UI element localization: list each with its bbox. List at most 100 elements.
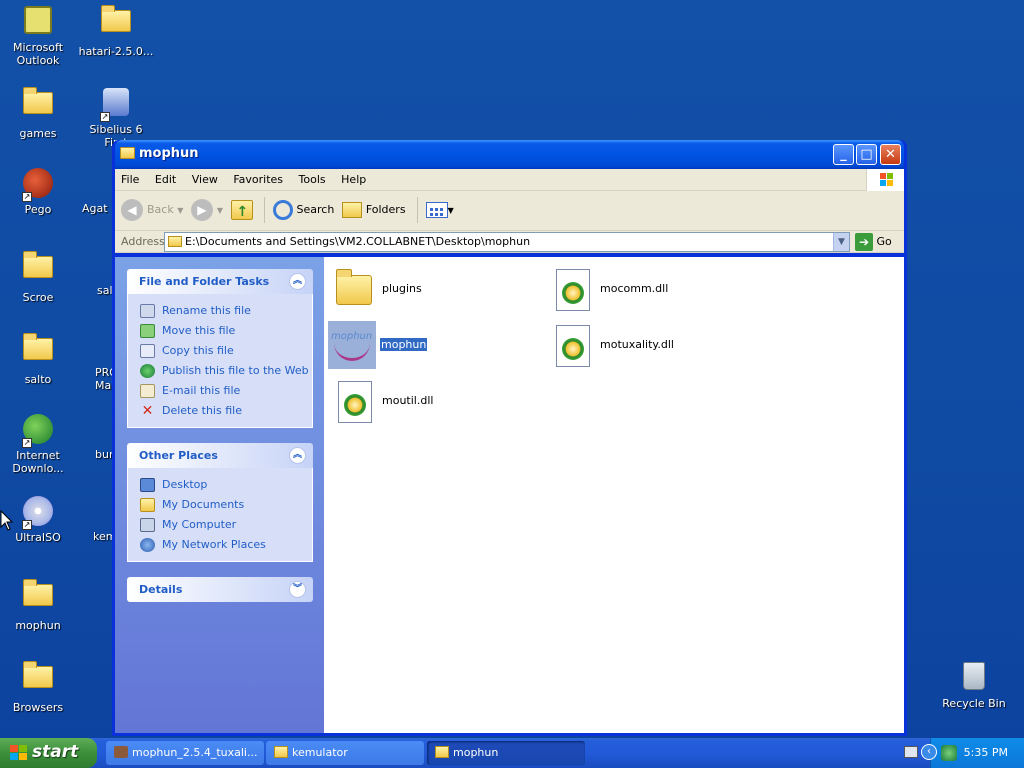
- panel-header[interactable]: File and Folder Tasks ︽: [127, 269, 313, 294]
- desktop-icon-agat-label[interactable]: Agat I: [82, 202, 114, 215]
- collapse-chevron-icon[interactable]: ︽: [289, 273, 306, 290]
- dll-file-icon: [330, 377, 378, 425]
- taskbar-item-mophun-tuxality[interactable]: mophun_2.5.4_tuxali...: [106, 741, 264, 765]
- file-name: plugins: [382, 282, 422, 295]
- task-label: Rename this file: [162, 304, 251, 317]
- desktop-icon-recycle-bin[interactable]: Recycle Bin: [936, 660, 1012, 710]
- task-copy[interactable]: Copy this file: [138, 341, 312, 361]
- network-tray-icon[interactable]: [941, 745, 957, 761]
- views-button[interactable]: ▼: [425, 197, 454, 223]
- title-bar[interactable]: mophun _ □ ✕: [115, 140, 904, 169]
- task-label: kemulator: [292, 746, 348, 759]
- task-label: Copy this file: [162, 344, 234, 357]
- minimize-button[interactable]: _: [833, 144, 854, 165]
- file-item-moutil[interactable]: moutil.dll: [330, 377, 510, 427]
- menu-edit[interactable]: Edit: [149, 169, 182, 191]
- menu-bar: File Edit View Favorites Tools Help: [115, 169, 904, 191]
- task-label: mophun_2.5.4_tuxali...: [132, 746, 258, 759]
- taskbar-item-mophun[interactable]: mophun: [427, 741, 585, 765]
- place-desktop[interactable]: Desktop: [138, 475, 312, 495]
- desktop-icon-hatari[interactable]: hatari-2.5.0...: [78, 4, 154, 58]
- taskbar-item-kemulator[interactable]: kemulator: [266, 741, 424, 765]
- other-places-panel: Other Places ︽ Desktop My Documents My C…: [127, 443, 313, 562]
- file-item-mocomm[interactable]: mocomm.dll: [548, 265, 728, 315]
- task-rename[interactable]: Rename this file: [138, 301, 312, 321]
- search-button[interactable]: Search: [272, 197, 334, 223]
- go-label: Go: [876, 235, 892, 248]
- menu-file[interactable]: File: [115, 169, 145, 191]
- clock[interactable]: 5:35 PM: [964, 746, 1008, 759]
- task-move[interactable]: Move this file: [138, 321, 312, 341]
- back-label: Back: [147, 203, 174, 216]
- file-item-mophun[interactable]: mophun mophun: [328, 321, 508, 371]
- address-input[interactable]: E:\Documents and Settings\VM2.COLLABNET\…: [164, 232, 850, 252]
- desktop-icon-sal-label[interactable]: sal: [97, 284, 113, 297]
- desktop-icon-scroe[interactable]: Scroe: [0, 250, 76, 304]
- task-label: E-mail this file: [162, 384, 241, 397]
- folder-icon: [22, 87, 54, 124]
- desktop-icon-label: Pego: [24, 203, 52, 216]
- forward-button[interactable]: ▶ ▼: [190, 197, 223, 223]
- task-label: mophun: [453, 746, 499, 759]
- menu-view[interactable]: View: [186, 169, 224, 191]
- task-delete[interactable]: ✕ Delete this file: [138, 401, 312, 421]
- up-folder-button[interactable]: ↑: [230, 197, 253, 223]
- keyboard-icon[interactable]: [904, 746, 918, 758]
- my-documents-icon: [140, 498, 155, 512]
- desktop-icon-mophun[interactable]: mophun: [0, 578, 76, 632]
- chevron-down-icon[interactable]: ▼: [833, 233, 849, 251]
- window-title: mophun: [139, 146, 199, 161]
- task-email[interactable]: E-mail this file: [138, 381, 312, 401]
- smile-icon: [334, 343, 370, 361]
- menu-favorites[interactable]: Favorites: [227, 169, 289, 191]
- place-my-documents[interactable]: My Documents: [138, 495, 312, 515]
- folder-icon: [330, 265, 378, 313]
- back-button[interactable]: ◀ Back ▼: [121, 197, 183, 223]
- desktop-icon-outlook[interactable]: Microsoft Outlook: [0, 4, 76, 67]
- thumbnail-text: mophun: [331, 331, 373, 342]
- taskbar: start mophun_2.5.4_tuxali... kemulator m…: [0, 738, 1024, 768]
- desktop-icon-pro-label[interactable]: PRO Ma: [95, 366, 118, 392]
- desktop-icon: [140, 478, 155, 492]
- place-label: My Computer: [162, 518, 237, 531]
- menu-help[interactable]: Help: [335, 169, 372, 191]
- panel-header[interactable]: Other Places ︽: [127, 443, 313, 468]
- collapse-chevron-icon[interactable]: ︽: [289, 447, 306, 464]
- file-name: mocomm.dll: [600, 282, 669, 295]
- desktop-icon-internet-download[interactable]: ↗ Internet Downlo...: [0, 414, 76, 475]
- file-list[interactable]: plugins mocomm.dll mophun mophun motuxal…: [324, 257, 904, 733]
- place-label: My Documents: [162, 498, 245, 511]
- explorer-body: File and Folder Tasks ︽ Rename this file…: [115, 257, 904, 733]
- dll-file-icon: [548, 265, 596, 313]
- file-item-motuxality[interactable]: motuxality.dll: [548, 321, 728, 371]
- recycle-bin-icon: [958, 662, 990, 694]
- close-button[interactable]: ✕: [880, 144, 901, 165]
- task-publish[interactable]: Publish this file to the Web: [138, 361, 312, 381]
- delete-x-icon: ✕: [141, 403, 154, 419]
- desktop-icon-label: mophun: [15, 619, 61, 632]
- place-my-computer[interactable]: My Computer: [138, 515, 312, 535]
- desktop-icon-salto[interactable]: salto: [0, 332, 76, 386]
- menu-tools[interactable]: Tools: [293, 169, 332, 191]
- desktop-icon-bur-label[interactable]: bur: [95, 448, 113, 461]
- desktop-icon-pego[interactable]: ↗ Pego: [0, 168, 76, 216]
- internet-download-icon: ↗: [22, 414, 54, 448]
- desktop-icon-label: games: [19, 127, 57, 140]
- tray-expand-chevron-icon[interactable]: ‹: [921, 744, 937, 760]
- expand-chevron-icon[interactable]: ︾: [289, 581, 306, 598]
- forward-arrow-icon: ▶: [190, 199, 213, 221]
- maximize-button[interactable]: □: [856, 144, 877, 165]
- folder-icon: [435, 746, 449, 758]
- panel-header[interactable]: Details ︾: [127, 577, 313, 602]
- chevron-down-icon: ▼: [447, 206, 454, 215]
- file-item-plugins[interactable]: plugins: [330, 265, 510, 315]
- desktop-icon-label: hatari-2.5.0...: [78, 45, 154, 58]
- file-name: moutil.dll: [382, 394, 434, 407]
- desktop-icon-browsers[interactable]: Browsers: [0, 660, 76, 714]
- place-my-network[interactable]: My Network Places: [138, 535, 312, 555]
- start-button[interactable]: start: [0, 738, 97, 768]
- address-bar: Address E:\Documents and Settings\VM2.CO…: [115, 231, 904, 253]
- folders-button[interactable]: Folders: [341, 197, 406, 223]
- go-button[interactable]: ➔ Go: [855, 233, 892, 251]
- desktop-icon-games[interactable]: games: [0, 86, 76, 140]
